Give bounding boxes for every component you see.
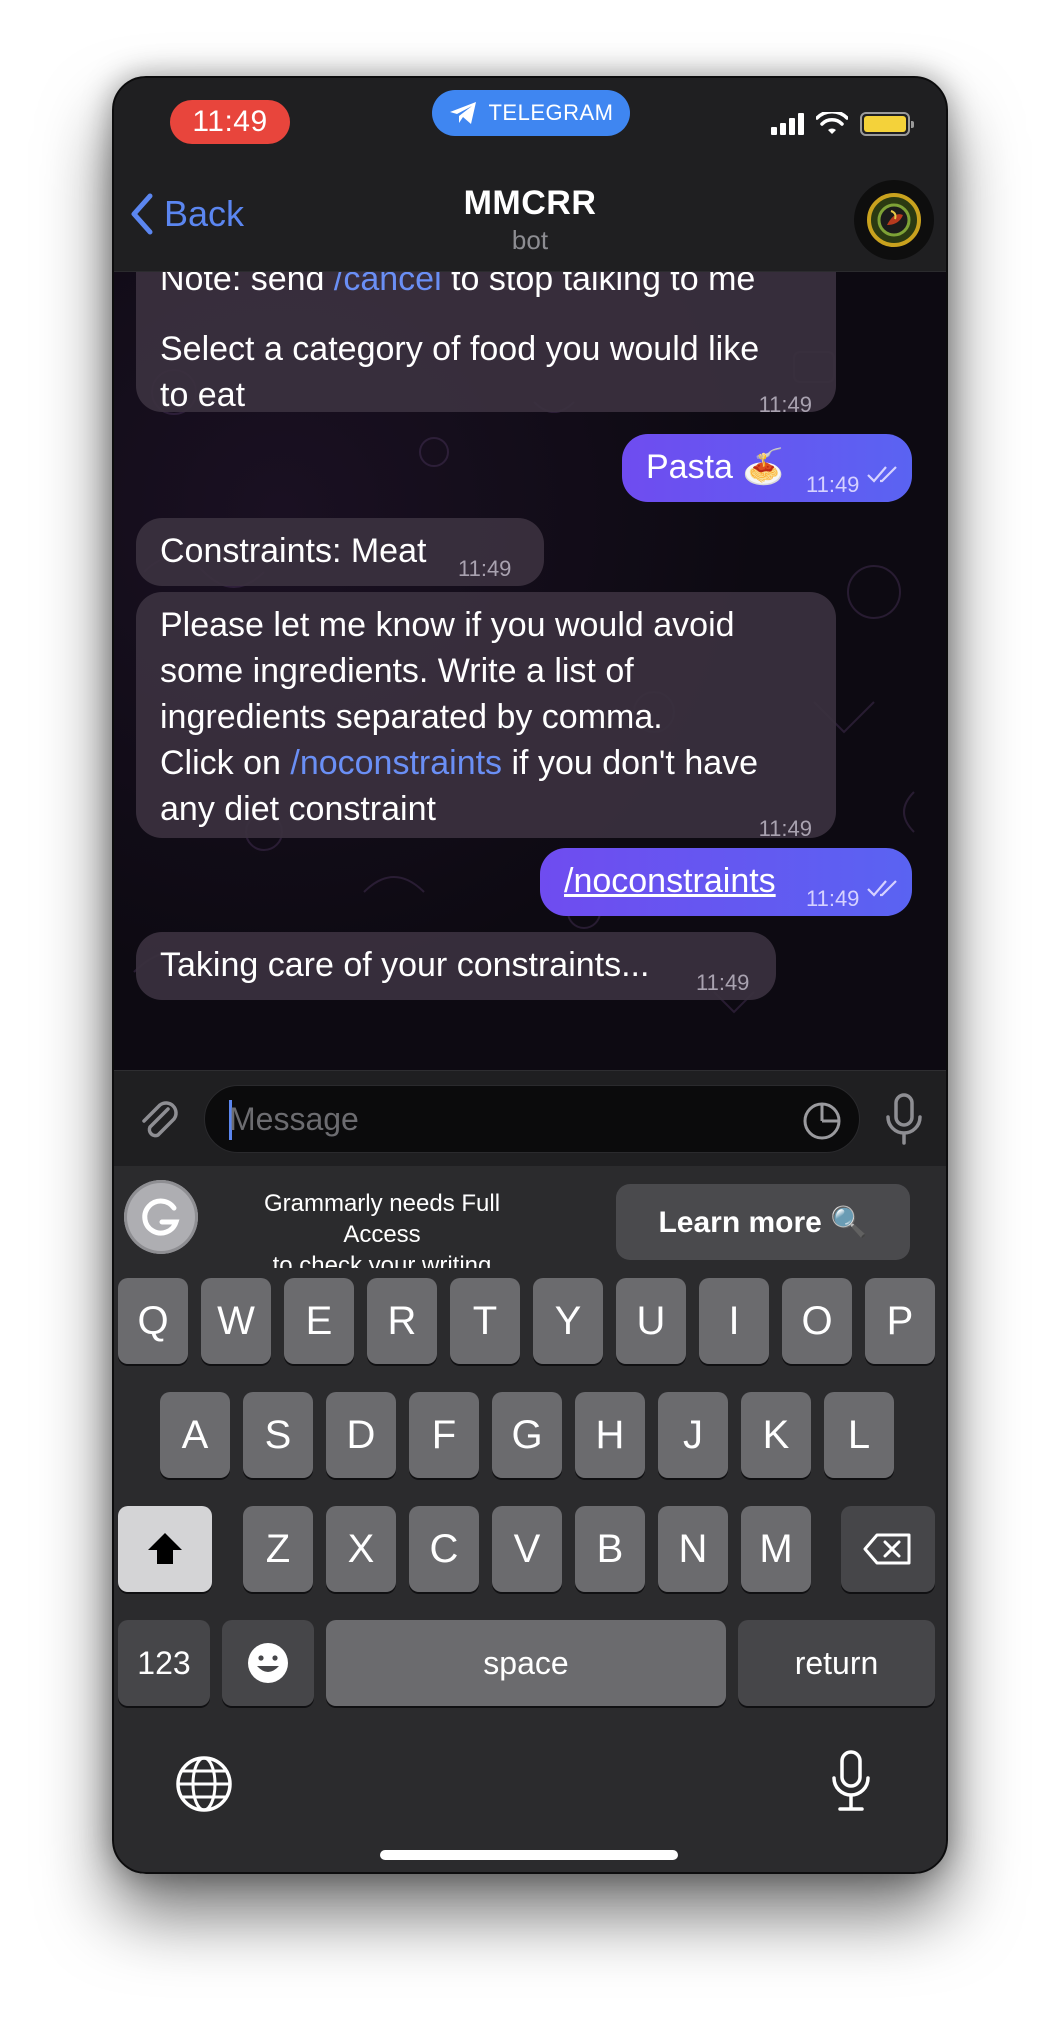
outgoing-message[interactable]: Pasta 🍝 11:49: [622, 434, 912, 502]
message-text: Click on: [160, 744, 291, 782]
message-text: ingredients separated by comma.: [160, 698, 663, 736]
chat-title: MMCRR: [463, 184, 597, 222]
key-g[interactable]: G: [492, 1392, 562, 1478]
key-n[interactable]: N: [658, 1506, 728, 1592]
incoming-message[interactable]: Constraints: Meat 11:49: [136, 518, 544, 586]
learn-more-button[interactable]: Learn more 🔍: [616, 1184, 910, 1260]
message-text: Select a category of food you would like: [160, 330, 760, 368]
incoming-message[interactable]: Taking care of your constraints... 11:49: [136, 932, 776, 1000]
key-r[interactable]: R: [367, 1278, 437, 1364]
bot-avatar[interactable]: [854, 180, 934, 260]
message-time: 11:49: [806, 886, 860, 911]
key-w[interactable]: W: [201, 1278, 271, 1364]
noconstraints-command-link[interactable]: /noconstraints: [290, 744, 502, 782]
message-text: to eat: [160, 376, 246, 414]
message-text: Pasta 🍝: [646, 448, 785, 486]
message-time: 11:49: [806, 472, 860, 497]
message-time: 11:49: [758, 392, 812, 417]
message-text: Taking care of your constraints...: [160, 946, 650, 984]
key-u[interactable]: U: [616, 1278, 686, 1364]
signal-icon: [771, 113, 804, 135]
backspace-icon: [863, 1533, 911, 1565]
chat-subtitle: bot: [511, 225, 549, 255]
sticker-icon[interactable]: [801, 1100, 843, 1142]
message-time: 11:49: [458, 556, 512, 581]
microphone-icon[interactable]: [880, 1091, 928, 1147]
return-to-telegram-pill[interactable]: TELEGRAM: [432, 90, 630, 136]
message-text: /noconstraints: [564, 862, 776, 900]
key-o[interactable]: O: [782, 1278, 852, 1364]
message-text: any diet constraint: [160, 790, 436, 828]
key-y[interactable]: Y: [533, 1278, 603, 1364]
delete-key[interactable]: [841, 1506, 935, 1592]
return-key[interactable]: return: [738, 1620, 935, 1706]
numbers-key[interactable]: 123: [118, 1620, 210, 1706]
key-x[interactable]: X: [326, 1506, 396, 1592]
home-indicator[interactable]: [380, 1850, 678, 1860]
outgoing-message[interactable]: /noconstraints 11:49: [540, 848, 912, 916]
wifi-icon: [816, 112, 848, 134]
incoming-message[interactable]: Note: send /cancel to stop talking to me…: [136, 272, 836, 417]
key-l[interactable]: L: [824, 1392, 894, 1478]
message-field[interactable]: [204, 1085, 860, 1153]
message-text: Constraints: Meat: [160, 532, 427, 570]
key-p[interactable]: P: [865, 1278, 935, 1364]
message-text: Note: send: [160, 272, 334, 298]
key-z[interactable]: Z: [243, 1506, 313, 1592]
key-v[interactable]: V: [492, 1506, 562, 1592]
key-f[interactable]: F: [409, 1392, 479, 1478]
key-m[interactable]: M: [741, 1506, 811, 1592]
grammarly-line-1: Grammarly needs Full Access: [263, 1190, 501, 1248]
bot-logo-icon: [867, 193, 921, 247]
key-k[interactable]: K: [741, 1392, 811, 1478]
incoming-message[interactable]: Please let me know if you would avoid so…: [136, 592, 836, 841]
message-text: to stop talking to me: [441, 272, 756, 298]
grammarly-logo-icon[interactable]: [124, 1180, 198, 1254]
key-i[interactable]: I: [699, 1278, 769, 1364]
space-key[interactable]: space: [326, 1620, 726, 1706]
shift-icon: [148, 1533, 182, 1564]
message-input[interactable]: [229, 1086, 749, 1152]
phone-screen: 11:49 TELEGRAM Back MMCRR bot Note: send…: [112, 76, 948, 1874]
message-text: if you don't have: [502, 744, 759, 782]
status-time[interactable]: 11:49: [170, 100, 290, 144]
key-h[interactable]: H: [575, 1392, 645, 1478]
message-time: 11:49: [696, 970, 750, 995]
keyboard: Q W E R T Y U I O P A S D F G H J K L Z …: [114, 1268, 946, 1872]
message-time: 11:49: [758, 816, 812, 841]
key-c[interactable]: C: [409, 1506, 479, 1592]
message-list[interactable]: Note: send /cancel to stop talking to me…: [114, 272, 946, 1070]
cancel-command-link[interactable]: /cancel: [334, 272, 442, 298]
read-checkmarks-icon: [867, 466, 897, 483]
microphone-icon[interactable]: [826, 1748, 876, 1814]
status-icons: [771, 112, 914, 136]
shift-key[interactable]: [118, 1506, 212, 1592]
composer-bar: [114, 1070, 946, 1166]
paperclip-icon[interactable]: [134, 1095, 184, 1145]
emoji-icon: [248, 1643, 288, 1683]
key-a[interactable]: A: [160, 1392, 230, 1478]
battery-icon: [860, 112, 914, 136]
key-t[interactable]: T: [450, 1278, 520, 1364]
key-s[interactable]: S: [243, 1392, 313, 1478]
emoji-key[interactable]: [222, 1620, 314, 1706]
message-text: some ingredients. Write a list of: [160, 652, 634, 690]
telegram-pill-label: TELEGRAM: [488, 100, 614, 125]
status-bar: 11:49 TELEGRAM: [114, 78, 946, 166]
grammarly-bar: Grammarly needs Full Access to check you…: [114, 1166, 946, 1279]
key-e[interactable]: E: [284, 1278, 354, 1364]
key-d[interactable]: D: [326, 1392, 396, 1478]
key-b[interactable]: B: [575, 1506, 645, 1592]
read-checkmarks-icon: [867, 880, 897, 897]
telegram-plane-icon: [450, 102, 477, 124]
key-j[interactable]: J: [658, 1392, 728, 1478]
message-text: Please let me know if you would avoid: [160, 606, 735, 644]
chat-header: Back MMCRR bot: [114, 166, 946, 272]
chat-title-block[interactable]: MMCRR bot: [114, 184, 946, 256]
globe-icon[interactable]: [174, 1754, 234, 1814]
key-q[interactable]: Q: [118, 1278, 188, 1364]
